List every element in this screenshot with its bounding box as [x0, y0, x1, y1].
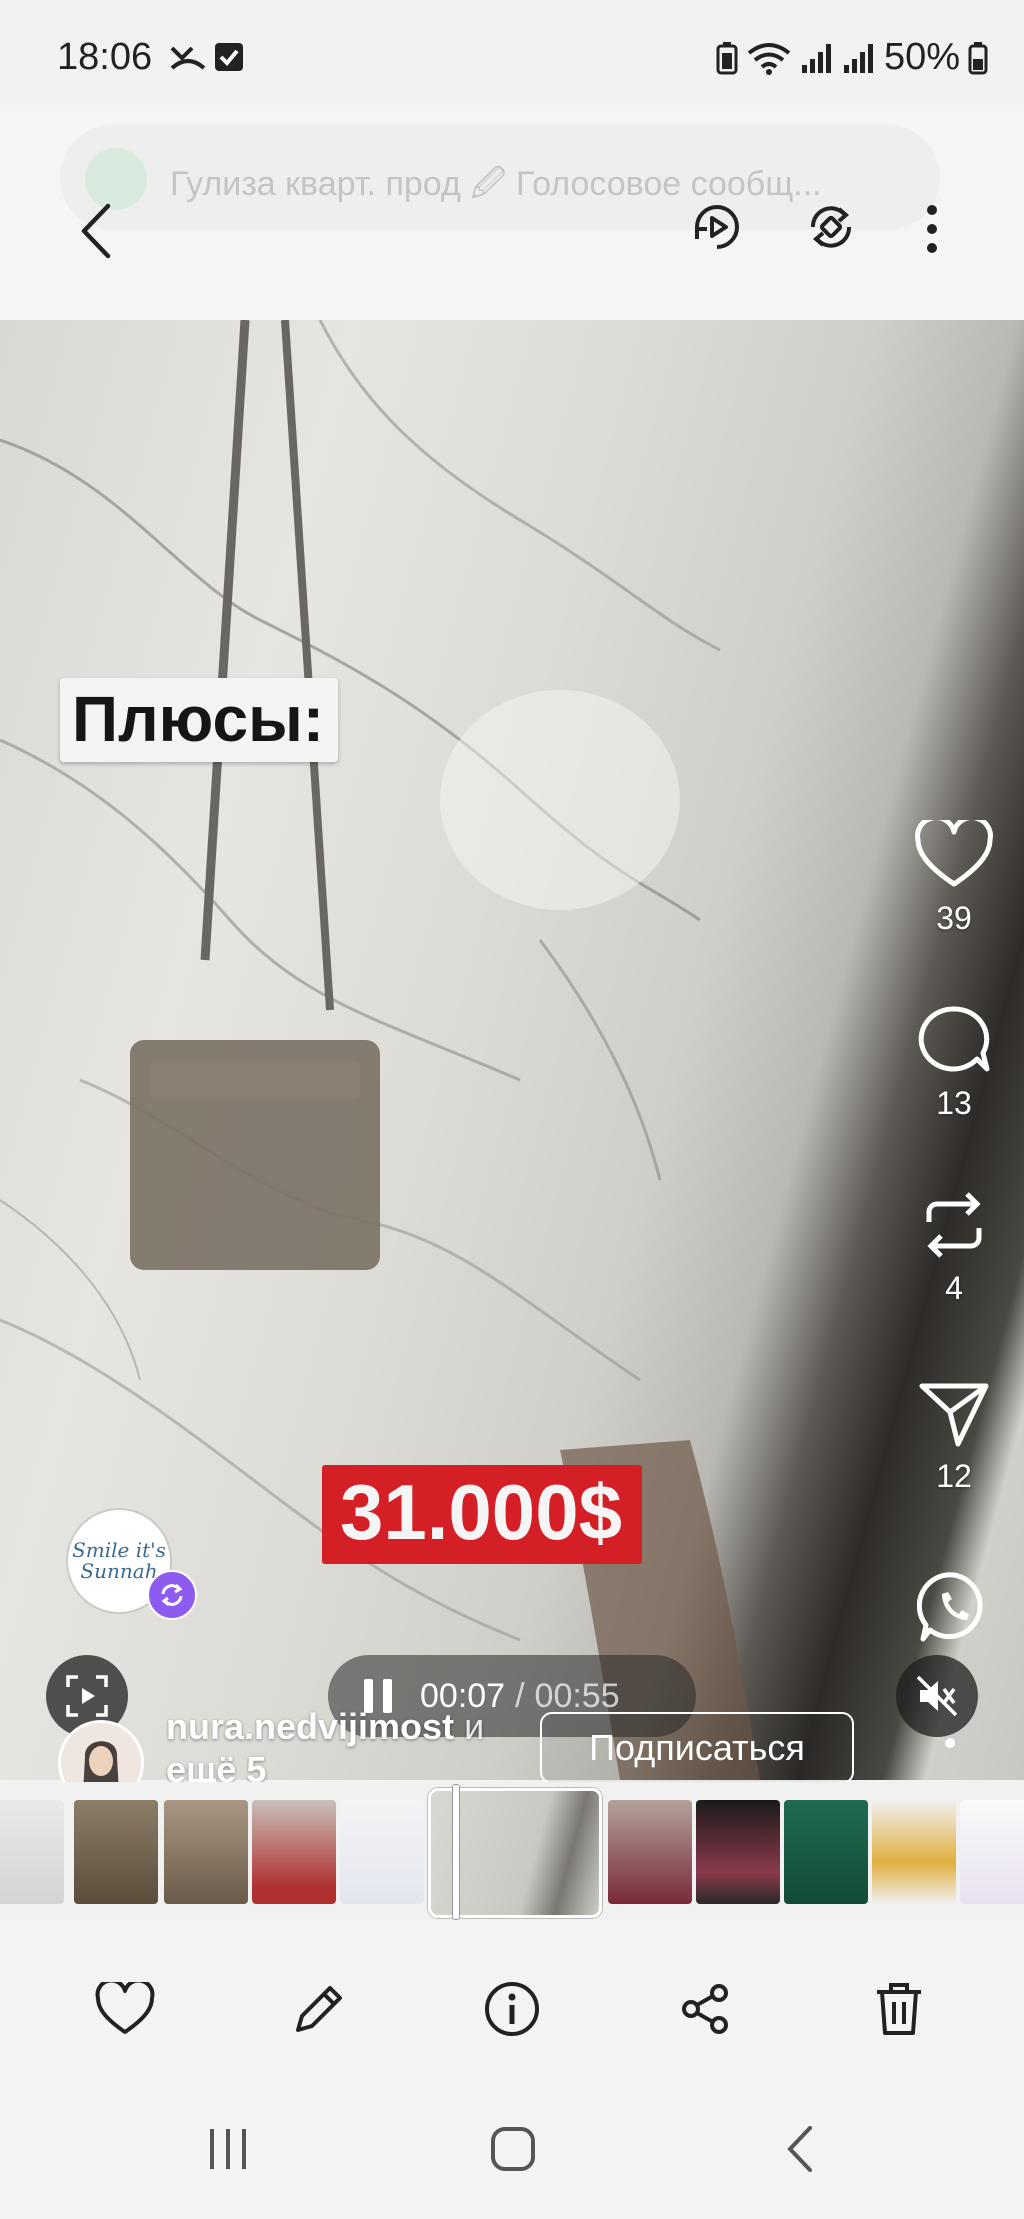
thumbnail[interactable] — [164, 1800, 248, 1904]
whatsapp-share-action[interactable] — [884, 1570, 1024, 1644]
comment-action[interactable]: 13 — [884, 1005, 1024, 1122]
info-icon — [485, 1982, 539, 2036]
screen-capture-icon — [66, 1675, 108, 1717]
thumbnail[interactable] — [960, 1800, 1024, 1904]
thumbnail[interactable] — [252, 1800, 336, 1904]
gallery-thumbnail-strip[interactable] — [0, 1782, 1024, 1922]
send-icon — [919, 1383, 989, 1447]
details-button[interactable] — [477, 1974, 547, 2044]
back-nav-icon — [787, 2126, 812, 2172]
status-bar: 18:06 50% — [0, 0, 1024, 110]
thumbnail[interactable] — [74, 1800, 158, 1904]
duration: 00:55 — [534, 1676, 620, 1715]
missed-call-icon — [168, 40, 208, 79]
repost-count: 4 — [945, 1270, 963, 1306]
check-task-icon — [214, 42, 244, 77]
repost-badge-icon — [147, 1570, 197, 1620]
bottom-action-bar — [0, 1922, 1024, 2092]
thumbnail[interactable] — [696, 1800, 780, 1904]
recent-apps-button[interactable] — [206, 2126, 250, 2177]
status-right: 50% — [716, 36, 988, 79]
battery-icon — [968, 41, 988, 74]
battery-saver-icon — [716, 41, 738, 74]
recent-apps-icon — [210, 2129, 246, 2169]
motion-photo-icon — [695, 205, 739, 249]
status-time: 18:06 — [57, 36, 153, 78]
send-action[interactable]: 12 — [884, 1378, 1024, 1495]
signal-icon — [801, 43, 831, 73]
comment-count: 13 — [936, 1085, 972, 1121]
thumbnail[interactable] — [872, 1800, 956, 1904]
author-suffix: и — [454, 1706, 485, 1747]
home-icon — [491, 2127, 535, 2171]
follow-button[interactable]: Подписаться — [540, 1712, 854, 1784]
price-label: 31.000$ — [322, 1465, 642, 1564]
comment-icon — [918, 1006, 990, 1072]
rotate-button[interactable] — [800, 196, 862, 258]
back-nav-button[interactable] — [784, 2124, 814, 2179]
share-button[interactable] — [670, 1974, 740, 2044]
heart-icon — [915, 820, 993, 887]
repost-action[interactable]: 4 — [884, 1190, 1024, 1307]
chevron-left-icon — [81, 203, 111, 259]
delete-button[interactable] — [864, 1974, 934, 2044]
video-overlay-label: Плюсы: — [60, 678, 339, 762]
thumbnail[interactable] — [608, 1800, 692, 1904]
trash-icon — [877, 1983, 921, 2035]
system-navigation-bar — [0, 2092, 1024, 2219]
more-dot-icon[interactable] — [944, 1736, 956, 1754]
home-button[interactable] — [490, 2126, 536, 2177]
pencil-icon — [296, 1986, 342, 2032]
like-action[interactable]: 39 — [884, 820, 1024, 937]
motion-photo-button[interactable] — [686, 196, 748, 258]
signal-icon-2 — [843, 43, 873, 73]
back-button[interactable] — [66, 196, 126, 266]
thumbnail[interactable] — [784, 1800, 868, 1904]
author-info[interactable]: nura.nedvijimost и ещё 5 — [166, 1705, 526, 1791]
share-count: 12 — [936, 1458, 972, 1494]
battery-percent: 50% — [883, 36, 960, 78]
heart-icon — [95, 1982, 155, 2034]
more-options-button[interactable] — [910, 196, 954, 262]
repost-icon — [926, 1192, 982, 1258]
thumbnail[interactable] — [340, 1800, 424, 1904]
rotate-icon — [810, 206, 852, 248]
edit-button[interactable] — [284, 1974, 354, 2044]
wifi-icon — [747, 42, 791, 75]
thumbnail[interactable] — [0, 1800, 64, 1904]
mute-button[interactable] — [896, 1655, 978, 1737]
scrub-handle[interactable] — [452, 1784, 460, 1920]
whatsapp-icon — [917, 1572, 983, 1642]
like-count: 39 — [936, 900, 972, 936]
author-username[interactable]: nura.nedvijimost — [166, 1706, 454, 1747]
share-icon — [682, 1984, 728, 2034]
favorite-button[interactable] — [90, 1974, 160, 2044]
more-vertical-icon — [927, 205, 937, 253]
speaker-muted-icon — [916, 1675, 958, 1717]
